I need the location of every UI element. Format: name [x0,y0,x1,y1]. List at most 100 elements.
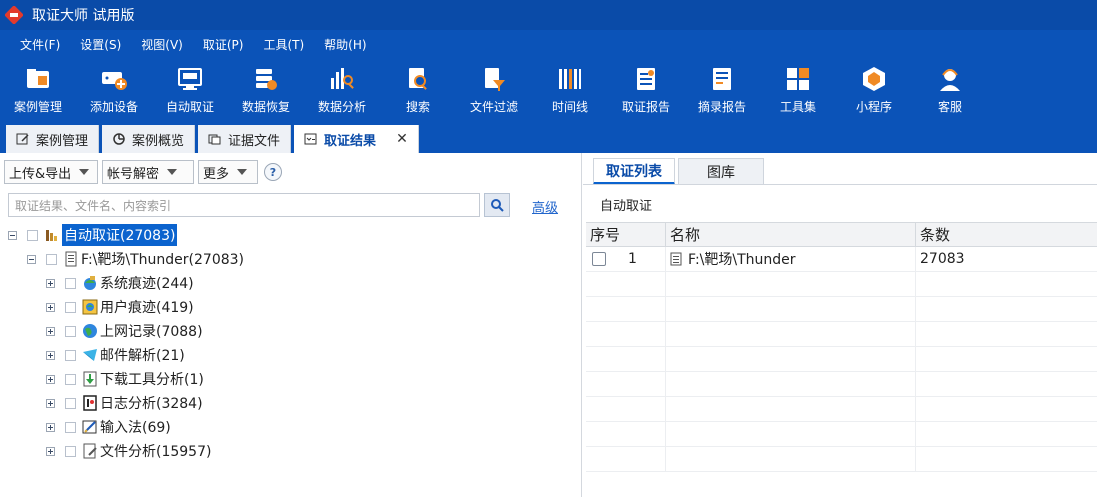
forensic-report-button[interactable]: 取证报告 [608,58,684,124]
chevron-down-icon [79,169,90,175]
tab-forensic-list[interactable]: 取证列表 [593,158,675,185]
tree-checkbox[interactable] [65,325,76,337]
tree-checkbox[interactable] [27,229,38,241]
expand-icon[interactable] [46,422,55,432]
search-input[interactable]: 取证结果、文件名、内容索引 [8,193,480,217]
tab-forensic-results[interactable]: 取证结果 ✕ [294,125,419,153]
expand-icon[interactable] [46,326,55,336]
tree-node-source[interactable]: F:\靶场\Thunder(27083) [27,248,244,270]
files-icon [208,132,222,146]
tree-checkbox[interactable] [65,349,76,361]
file-analysis-icon [82,443,98,459]
collapse-icon[interactable] [8,230,17,240]
case-management-button[interactable]: 案例管理 [0,58,76,124]
customer-service-button[interactable]: 客服 [912,58,988,124]
tree-node-user-traces[interactable]: 用户痕迹(419) [46,296,194,318]
tree-node-root[interactable]: 自动取证(27083) [8,224,178,246]
timeline-icon [559,69,581,89]
results-table: 序号 名称 条数 1 F:\靶场\Thunder 27083 [586,222,1097,472]
more-dropdown[interactable]: 更多 [198,160,258,184]
column-count[interactable]: 条数 [916,223,1097,246]
advanced-search-link[interactable]: 高级 [532,197,558,216]
help-icon[interactable]: ? [264,163,282,181]
excerpt-report-icon [713,68,731,90]
tree-checkbox[interactable] [65,301,76,313]
right-tabs: 取证列表 图库 [593,158,767,185]
expand-icon[interactable] [46,446,55,456]
tree-checkbox[interactable] [65,421,76,433]
tab-case-overview[interactable]: 案例概览 [102,125,196,153]
window-title: 取证大师 试用版 [32,8,135,24]
tree-checkbox[interactable] [65,277,76,289]
search-button[interactable] [484,193,510,217]
edit-icon [16,132,30,146]
menu-view[interactable]: 视图(V) [133,33,191,56]
tree-node-system-traces[interactable]: 系统痕迹(244) [46,272,194,294]
empty-row [586,422,1097,447]
chevron-down-icon [237,169,248,175]
data-analysis-icon [331,68,354,89]
tab-gallery[interactable]: 图库 [678,158,764,185]
add-device-button[interactable]: 添加设备 [76,58,152,124]
tree-node-input-method[interactable]: 输入法(69) [46,416,171,438]
search-button[interactable]: 搜索 [380,58,456,124]
toolset-button[interactable]: 工具集 [760,58,836,124]
file-filter-button[interactable]: 文件过滤 [456,58,532,124]
tree-checkbox[interactable] [65,445,76,457]
log-icon [82,395,98,411]
data-analysis-button[interactable]: 数据分析 [304,58,380,124]
tab-evidence-files[interactable]: 证据文件 [198,125,292,153]
table-row[interactable]: 1 F:\靶场\Thunder 27083 [586,247,1097,272]
title-bar: 取证大师 试用版 [0,0,1097,30]
menu-tools[interactable]: 工具(T) [255,33,312,56]
data-recovery-button[interactable]: 数据恢复 [228,58,304,124]
user-traces-icon [82,299,98,315]
auto-forensics-button[interactable]: 自动取证 [152,58,228,124]
tree-checkbox[interactable] [46,253,57,265]
expand-icon[interactable] [46,398,55,408]
account-decrypt-dropdown[interactable]: 帐号解密 [102,160,194,184]
upload-export-dropdown[interactable]: 上传&导出 [4,160,98,184]
expand-icon[interactable] [46,374,55,384]
row-checkbox[interactable] [592,252,606,266]
tree-node-download-tools[interactable]: 下载工具分析(1) [46,368,204,390]
menu-file[interactable]: 文件(F) [12,33,68,56]
expand-icon[interactable] [46,278,55,288]
excerpt-report-button[interactable]: 摘录报告 [684,58,760,124]
tab-label: 案例管理 [36,133,89,149]
app-logo-icon [4,5,24,25]
empty-row [586,372,1097,397]
tree-checkbox[interactable] [65,373,76,385]
tree-node-label: 邮件解析(21) [100,348,185,364]
document-icon [63,251,79,267]
index-cell: 1 [586,247,666,271]
auto-forensics-icon [178,68,202,90]
tree-node-file-analysis[interactable]: 文件分析(15957) [46,440,211,462]
input-method-icon [82,419,98,435]
mini-program-icon [863,67,885,91]
menu-settings[interactable]: 设置(S) [72,33,129,56]
close-icon[interactable]: ✕ [396,131,408,147]
tab-case-management[interactable]: 案例管理 [6,125,100,153]
menu-help[interactable]: 帮助(H) [316,33,374,56]
forensic-report-icon [637,68,655,90]
tree-node-email-parsing[interactable]: 邮件解析(21) [46,344,185,366]
menu-forensics[interactable]: 取证(P) [195,33,252,56]
tree-node-web-history[interactable]: 上网记录(7088) [46,320,203,342]
data-recovery-icon [256,69,277,90]
chevron-down-icon [167,169,178,175]
customer-service-icon [940,69,960,91]
search-doc-icon [409,68,427,90]
empty-row [586,322,1097,347]
collapse-icon[interactable] [27,254,36,264]
timeline-button[interactable]: 时间线 [532,58,608,124]
expand-icon[interactable] [46,350,55,360]
empty-row [586,347,1097,372]
tree-checkbox[interactable] [65,397,76,409]
expand-icon[interactable] [46,302,55,312]
column-index[interactable]: 序号 [586,223,666,246]
column-name[interactable]: 名称 [666,223,916,246]
tab-divider [583,184,1097,185]
tree-node-log-analysis[interactable]: 日志分析(3284) [46,392,203,414]
mini-program-button[interactable]: 小程序 [836,58,912,124]
